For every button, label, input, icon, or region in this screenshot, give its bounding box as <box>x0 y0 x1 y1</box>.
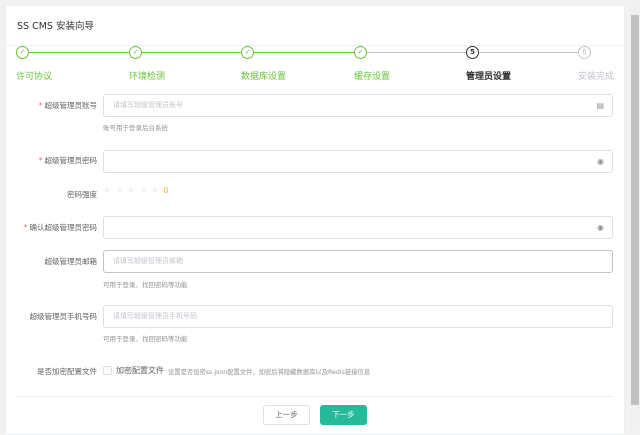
email-label: 超级管理员邮箱 <box>44 257 98 266</box>
step-4-check-icon: ✓ <box>354 46 367 59</box>
encrypt-description: 设置是否加密ss.json配置文件，加密后将隐藏数据库以及Redis链接信息 <box>168 369 371 376</box>
strength-value: 0 <box>163 186 169 195</box>
encrypt-label: 是否加密配置文件 <box>37 367 97 376</box>
account-label: * 超级管理员账号 <box>38 101 97 110</box>
phone-hint: 可用于登录、找回密码等功能 <box>103 335 188 343</box>
step-label: 数据库设置 <box>241 72 287 82</box>
strength-stars: ★★★★★0 <box>103 186 169 196</box>
email-input[interactable]: 请填写超级管理员邮箱 <box>103 250 613 273</box>
scrollbar-thumb[interactable] <box>631 15 639 405</box>
password-label: * 超级管理员密码 <box>38 156 97 165</box>
step-line-done <box>29 52 360 53</box>
account-hint: 账号用于登录后台系统 <box>103 124 168 132</box>
phone-label: 超级管理员手机号码 <box>29 312 98 321</box>
step-label: 许可协议 <box>16 72 53 82</box>
confirm-password-input[interactable]: ◉ <box>103 216 613 239</box>
phone-input[interactable]: 请填写超级管理员手机号码 <box>103 305 613 328</box>
strength-label: 密码强度 <box>67 190 97 199</box>
step-label-active: 管理员设置 <box>466 72 512 82</box>
divider <box>16 396 614 397</box>
step-label: 环境检测 <box>129 72 166 82</box>
page-title: SS CMS 安装向导 <box>6 6 624 46</box>
encrypt-checkbox[interactable] <box>103 366 112 375</box>
scrollbar[interactable] <box>630 0 640 428</box>
next-step-button[interactable]: 下一步 <box>320 405 367 425</box>
step-6-number: 6 <box>578 46 591 59</box>
eye-icon[interactable]: ◉ <box>597 217 604 238</box>
id-card-icon: ▤ <box>596 101 604 110</box>
confirm-label: * 确认超级管理员密码 <box>23 223 97 232</box>
step-3-check-icon: ✓ <box>241 46 254 59</box>
password-input[interactable]: ◉ <box>103 150 613 173</box>
step-5-number: 5 <box>466 46 479 59</box>
prev-step-button[interactable]: 上一步 <box>263 405 310 425</box>
account-input[interactable]: 请填写超级管理员账号 ▤ <box>103 94 613 117</box>
encrypt-checkbox-label[interactable]: 加密配置文件 <box>116 365 164 376</box>
email-hint: 可用于登录、找回密码等功能 <box>103 281 188 289</box>
step-label: 安装完成 <box>578 72 615 82</box>
step-label: 缓存设置 <box>354 72 391 82</box>
step-2-check-icon: ✓ <box>129 46 142 59</box>
step-1-check-icon: ✓ <box>16 46 29 59</box>
eye-icon[interactable]: ◉ <box>597 151 604 172</box>
